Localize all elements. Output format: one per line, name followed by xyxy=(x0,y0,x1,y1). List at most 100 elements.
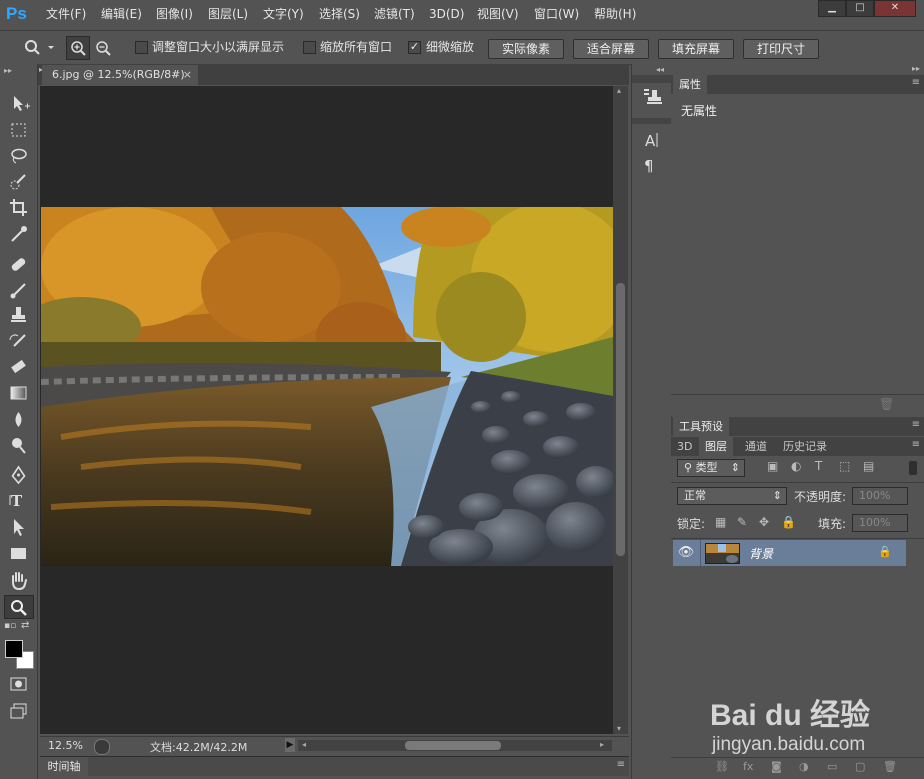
delete-layer-icon[interactable]: 🗑 xyxy=(883,760,897,773)
filter-toggle[interactable] xyxy=(909,461,917,475)
paragraph-panel-icon[interactable]: ¶ xyxy=(644,157,664,177)
layer-row-background[interactable]: 👁 背景 🔒 xyxy=(673,540,906,566)
tab-properties[interactable]: 属性 xyxy=(673,75,707,94)
zoom-tool-active-icon[interactable] xyxy=(4,595,34,619)
panel-menu-icon[interactable]: ≡ xyxy=(617,759,625,770)
clone-stamp-tool-icon[interactable] xyxy=(6,303,31,325)
lock-position-icon[interactable]: ✥ xyxy=(759,515,769,529)
healing-brush-tool-icon[interactable] xyxy=(6,253,31,275)
adjustment-filter-icon[interactable]: ◐ xyxy=(791,459,801,473)
collapse-icon[interactable]: ▸▸ xyxy=(4,66,12,75)
timeline-tab[interactable]: 时间轴 xyxy=(40,757,88,776)
panel-menu-icon[interactable]: ≡ xyxy=(912,77,920,88)
layer-style-icon[interactable]: fx xyxy=(743,760,753,773)
fit-screen-button[interactable]: 适合屏幕 xyxy=(573,39,649,59)
tab-channels[interactable]: 通道 xyxy=(739,437,773,456)
opacity-field[interactable]: 100% xyxy=(852,487,908,505)
new-layer-icon[interactable]: ▢ xyxy=(855,760,865,773)
scroll-right-icon[interactable]: ▸ xyxy=(600,740,604,749)
tab-tool-presets[interactable]: 工具预设 xyxy=(673,417,729,436)
new-group-icon[interactable]: ▭ xyxy=(827,760,837,773)
status-menu-arrow-icon[interactable]: ▶ xyxy=(285,738,295,752)
hand-tool-icon[interactable] xyxy=(6,570,31,592)
type-filter-icon[interactable]: T xyxy=(815,459,822,473)
menu-image[interactable]: 图像(I) xyxy=(156,6,193,23)
expand-icon[interactable]: ◂◂ xyxy=(656,65,664,74)
fill-screen-button[interactable]: 填充屏幕 xyxy=(658,39,734,59)
lock-all-icon[interactable]: 🔒 xyxy=(781,515,796,529)
zoom-level[interactable]: 12.5% xyxy=(48,739,83,752)
foreground-color-swatch[interactable] xyxy=(5,640,23,658)
menu-view[interactable]: 视图(V) xyxy=(477,6,519,23)
maximize-button[interactable]: □ xyxy=(846,0,874,17)
menu-filter[interactable]: 滤镜(T) xyxy=(374,6,415,23)
menu-help[interactable]: 帮助(H) xyxy=(594,6,636,23)
quick-mask-icon[interactable] xyxy=(6,673,31,695)
marquee-tool-icon[interactable] xyxy=(6,119,31,141)
close-tab-icon[interactable]: × xyxy=(183,65,192,85)
menu-select[interactable]: 选择(S) xyxy=(319,6,360,23)
tab-history[interactable]: 历史记录 xyxy=(777,437,833,456)
menu-layer[interactable]: 图层(L) xyxy=(208,6,248,23)
lasso-tool-icon[interactable] xyxy=(6,145,31,167)
scrubby-zoom-checkbox[interactable]: ✓ xyxy=(408,41,421,54)
tab-layers[interactable]: 图层 xyxy=(699,437,733,456)
menu-window[interactable]: 窗口(W) xyxy=(534,6,579,23)
eraser-tool-icon[interactable] xyxy=(6,356,31,378)
zoom-out-button[interactable] xyxy=(92,37,114,59)
collapse-icon[interactable]: ▸▸ xyxy=(912,64,920,73)
layer-name[interactable]: 背景 xyxy=(749,545,773,562)
zoom-in-button[interactable] xyxy=(66,36,90,60)
tab-3d[interactable]: 3D xyxy=(671,437,698,456)
brush-tool-icon[interactable] xyxy=(6,279,31,301)
blur-tool-icon[interactable] xyxy=(6,409,31,431)
trash-icon[interactable]: 🗑 xyxy=(879,397,894,411)
add-mask-icon[interactable]: ◙ xyxy=(771,760,782,773)
minimize-button[interactable]: ▁ xyxy=(818,0,846,17)
menu-type[interactable]: 文字(Y) xyxy=(263,6,304,23)
gradient-tool-icon[interactable] xyxy=(6,382,31,404)
adjustment-layer-icon[interactable]: ◑ xyxy=(799,760,809,773)
close-window-button[interactable]: ✕ xyxy=(874,0,916,17)
dodge-tool-icon[interactable] xyxy=(6,434,31,456)
actual-pixels-button[interactable]: 实际像素 xyxy=(488,39,564,59)
fill-field[interactable]: 100% xyxy=(852,514,908,532)
scroll-left-icon[interactable]: ◂ xyxy=(302,740,306,749)
document-image[interactable] xyxy=(41,207,613,566)
horizontal-scroll-thumb[interactable] xyxy=(405,741,501,750)
smart-object-filter-icon[interactable]: ▤ xyxy=(863,459,874,473)
lock-transparent-icon[interactable]: ▦ xyxy=(715,515,726,529)
horizontal-scrollbar[interactable]: ◂ ▸ xyxy=(298,740,612,751)
tool-preset-picker[interactable] xyxy=(22,37,58,57)
type-tool-icon[interactable]: T xyxy=(6,489,31,511)
panel-menu-icon[interactable]: ≡ xyxy=(912,439,920,450)
layer-filter-kind-select[interactable]: ⚲ 类型 ⇕ xyxy=(677,459,745,477)
menu-edit[interactable]: 编辑(E) xyxy=(101,6,142,23)
menu-file[interactable]: 文件(F) xyxy=(46,6,86,23)
vertical-scroll-thumb[interactable] xyxy=(616,283,625,556)
history-brush-tool-icon[interactable] xyxy=(6,330,31,352)
print-size-button[interactable]: 打印尺寸 xyxy=(743,39,819,59)
crop-tool-icon[interactable] xyxy=(6,196,31,218)
rectangle-tool-icon[interactable] xyxy=(6,542,31,564)
menu-3d[interactable]: 3D(D) xyxy=(429,6,464,23)
resize-windows-checkbox[interactable] xyxy=(135,41,148,54)
blend-mode-select[interactable]: 正常 ⇕ xyxy=(677,487,787,505)
lock-pixels-icon[interactable]: ✎ xyxy=(737,515,747,529)
scroll-down-icon[interactable]: ▾ xyxy=(617,724,621,733)
path-selection-tool-icon[interactable] xyxy=(6,516,31,538)
clone-source-icon[interactable] xyxy=(640,86,664,108)
swap-colors-icon[interactable]: ⇄ xyxy=(21,620,29,631)
scroll-up-icon[interactable]: ▴ xyxy=(617,86,621,95)
visibility-eye-icon[interactable]: 👁 xyxy=(673,540,699,566)
link-layers-icon[interactable]: ⛓ xyxy=(715,760,729,773)
share-icon[interactable] xyxy=(94,739,110,755)
character-panel-icon[interactable]: A xyxy=(642,130,664,150)
pen-tool-icon[interactable] xyxy=(6,464,31,486)
shape-filter-icon[interactable]: ⬚ xyxy=(839,459,850,473)
default-colors-icon[interactable]: ▪▫ xyxy=(4,621,16,631)
zoom-all-windows-checkbox[interactable] xyxy=(303,41,316,54)
eyedropper-tool-icon[interactable] xyxy=(6,223,31,245)
quick-selection-tool-icon[interactable] xyxy=(6,171,31,193)
document-tab[interactable]: 6.jpg @ 12.5%(RGB/8#) × xyxy=(42,65,198,85)
